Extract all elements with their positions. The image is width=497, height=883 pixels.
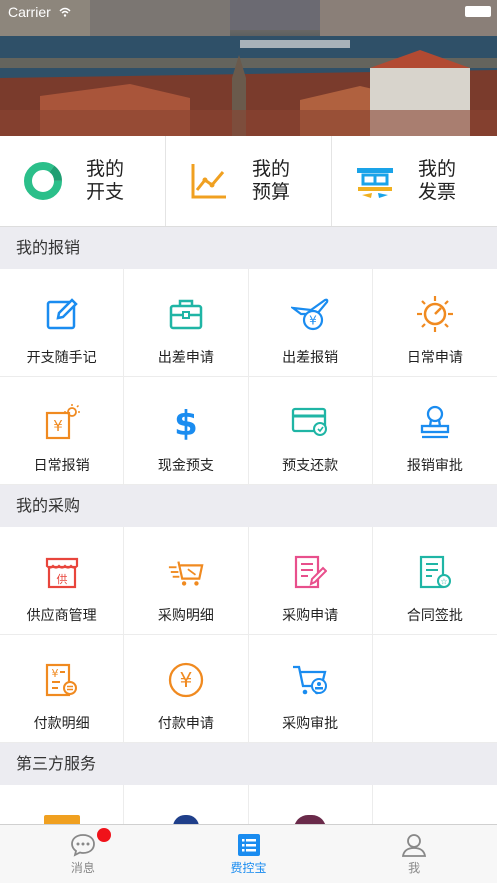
- cart-stamp-icon: [291, 661, 329, 699]
- summary-row: 我的 开支 我的 预算 我的 发票: [0, 136, 497, 227]
- yen-circle-icon: ¥: [167, 661, 205, 699]
- person-icon: [402, 834, 427, 857]
- grid-item-label: 日常申请: [406, 350, 463, 366]
- expense-note-button[interactable]: 开支随手记: [0, 269, 125, 377]
- stamp-icon: [416, 403, 454, 441]
- battery-icon: [465, 6, 491, 17]
- section-title-third-party: 第三方服务: [0, 743, 497, 785]
- line-chart-icon: [188, 160, 230, 202]
- purchase-approve-button[interactable]: 采购审批: [248, 635, 373, 743]
- grid-item-label: 开支随手记: [26, 350, 97, 366]
- supplier-manage-button[interactable]: 供 供应商管理: [0, 527, 125, 635]
- reimburse-approve-button[interactable]: 报销审批: [372, 377, 497, 485]
- svg-text:$: $: [174, 404, 198, 441]
- grid-item-label: 出差报销: [282, 350, 339, 366]
- unread-badge: [97, 828, 111, 842]
- grid-item-label: 合同签批: [406, 608, 463, 624]
- my-expense-button[interactable]: 我的 开支: [0, 136, 166, 226]
- grid-item-label: 付款申请: [157, 716, 214, 732]
- purchase-request-button[interactable]: 采购申请: [248, 527, 373, 635]
- list-icon: [237, 834, 260, 856]
- summary-label-line: 预算: [252, 181, 291, 203]
- tab-label: 消息: [70, 861, 95, 875]
- section-title-reimburse: 我的报销: [0, 227, 497, 269]
- grid-item-label: 报销审批: [406, 458, 463, 474]
- svg-text:¥: ¥: [53, 417, 63, 435]
- doc-pen-icon: [291, 553, 329, 591]
- chat-icon: [70, 834, 95, 857]
- tab-fee-control[interactable]: 费控宝: [166, 825, 332, 883]
- summary-label-line: 我的: [252, 158, 291, 180]
- svg-text:¥: ¥: [51, 667, 58, 680]
- tab-messages[interactable]: 消息: [0, 825, 166, 883]
- edit-icon: [43, 295, 81, 333]
- tab-label: 我: [408, 861, 421, 875]
- section-title-purchase: 我的采购: [0, 485, 497, 527]
- purchase-detail-button[interactable]: 采购明细: [124, 527, 249, 635]
- summary-label-line: 发票: [418, 181, 457, 203]
- grid-item-label: 预支还款: [282, 458, 339, 474]
- cart-fast-icon: [167, 553, 205, 591]
- summary-label: 我的 开支: [86, 158, 130, 204]
- suitcase-icon: [167, 295, 205, 333]
- summary-label-line: 我的: [418, 158, 457, 180]
- grid-item-label: 采购申请: [282, 608, 339, 624]
- yen-list-icon: ¥: [43, 661, 81, 699]
- svg-text:供: 供: [56, 572, 67, 586]
- sun-clock-icon: [416, 295, 454, 333]
- svg-text:☆: ☆: [440, 577, 447, 586]
- trip-request-button[interactable]: 出差申请: [124, 269, 249, 377]
- trip-reimburse-button[interactable]: ¥ 出差报销: [248, 269, 373, 377]
- dollar-icon: $: [167, 403, 205, 441]
- contract-sign-button[interactable]: ☆ 合同签批: [372, 527, 497, 635]
- third-party-item[interactable]: [0, 785, 125, 825]
- plane-yen-icon: ¥: [291, 295, 329, 333]
- advance-repay-button[interactable]: 预支还款: [248, 377, 373, 485]
- payment-request-button[interactable]: ¥ 付款申请: [124, 635, 249, 743]
- daily-reimburse-button[interactable]: ¥ 日常报销: [0, 377, 125, 485]
- third-party-item[interactable]: [124, 785, 249, 825]
- header-banner-image: Carrier: [0, 0, 497, 136]
- grid-item-label: 出差申请: [157, 350, 214, 366]
- my-invoice-button[interactable]: 我的 发票: [332, 136, 497, 226]
- third-party-item[interactable]: [249, 785, 373, 825]
- app-screen: Carrier 我的 开支 我的 预算 我的 发票 我的报销 开支随手记 出差申…: [0, 0, 497, 883]
- status-bar: Carrier: [8, 4, 71, 20]
- purchase-grid: 供 供应商管理 采购明细 采购申请 ☆ 合同签批 ¥ 付款明细 ¥ 付款申请 采…: [0, 527, 497, 743]
- yen-doc-sun-icon: ¥: [43, 403, 81, 441]
- svg-text:¥: ¥: [180, 668, 193, 692]
- tab-me[interactable]: 我: [331, 825, 497, 883]
- grid-item-label: 采购审批: [282, 716, 339, 732]
- grid-item-label: 付款明细: [33, 716, 90, 732]
- summary-label-line: 开支: [86, 181, 125, 203]
- card-icon: [291, 403, 329, 441]
- svg-text:¥: ¥: [309, 314, 317, 328]
- payment-detail-button[interactable]: ¥ 付款明细: [0, 635, 125, 743]
- wifi-icon: [59, 7, 71, 17]
- empty-cell: [373, 785, 497, 825]
- city-photo: [0, 0, 497, 136]
- cash-advance-button[interactable]: $ 现金预支: [124, 377, 249, 485]
- grid-item-label: 供应商管理: [26, 608, 97, 624]
- carrier-label: Carrier: [8, 4, 51, 20]
- summary-label-line: 我的: [86, 158, 125, 180]
- reimburse-grid: 开支随手记 出差申请 ¥ 出差报销 日常申请 ¥ 日常报销 $ 现金预支 预支还…: [0, 269, 497, 485]
- tab-bar: 消息 费控宝 我: [0, 824, 497, 883]
- summary-label: 我的 发票: [418, 158, 462, 204]
- invoice-icon: [354, 160, 396, 202]
- grid-item-label: 采购明细: [157, 608, 214, 624]
- summary-label: 我的 预算: [252, 158, 296, 204]
- contract-icon: ☆: [416, 553, 454, 591]
- store-icon: 供: [43, 553, 81, 591]
- grid-item-label: 现金预支: [157, 458, 214, 474]
- my-budget-button[interactable]: 我的 预算: [166, 136, 332, 226]
- daily-request-button[interactable]: 日常申请: [372, 269, 497, 377]
- grid-item-label: 日常报销: [33, 458, 90, 474]
- empty-cell: [372, 635, 497, 743]
- third-party-grid: [0, 785, 497, 825]
- tab-label: 费控宝: [230, 861, 267, 875]
- donut-chart-icon: [22, 160, 64, 202]
